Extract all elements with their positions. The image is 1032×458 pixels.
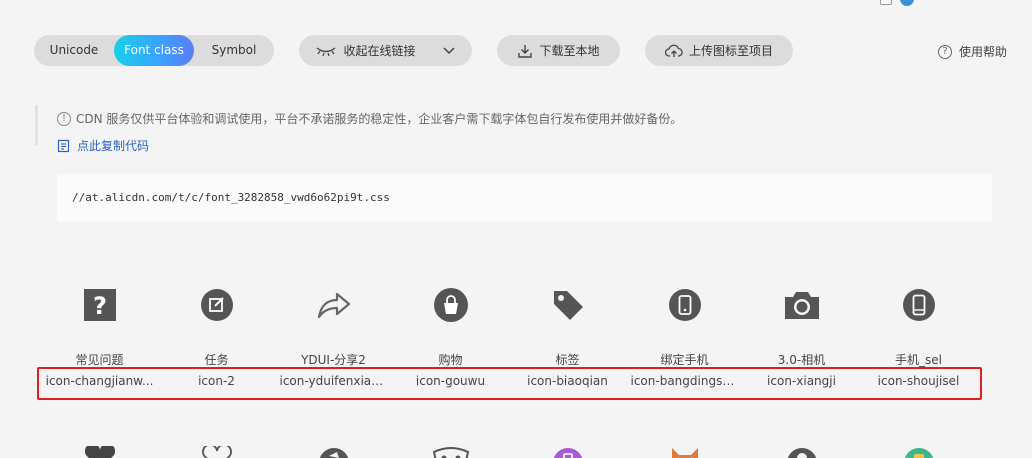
icon-card[interactable]: 标签 icon-biaoqian (509, 285, 626, 389)
question-square-icon: ? (80, 285, 120, 325)
task-edit-icon (197, 285, 237, 325)
icon-card[interactable] (275, 446, 392, 458)
icon-name: 常见问题 (75, 353, 124, 367)
copy-icon (57, 139, 70, 152)
download-icon (518, 44, 533, 58)
toolbar: Unicode Font class Symbol (34, 35, 274, 66)
shopping-bag-icon (431, 285, 471, 325)
icon-name: 3.0-相机 (777, 353, 826, 367)
top-strip (880, 0, 914, 6)
icon-code[interactable]: icon-shoujisel (878, 373, 960, 389)
cdn-code-box[interactable]: //at.alicdn.com/t/c/font_3282858_vwd6o62… (57, 174, 992, 221)
upload-label: 上传图标至项目 (688, 44, 773, 58)
icon-card[interactable] (860, 446, 977, 458)
copy-code-link[interactable]: 点此复制代码 (57, 137, 149, 154)
collapse-label: 收起在线链接 (343, 44, 416, 58)
copy-code-label: 点此复制代码 (77, 139, 150, 153)
icon-card[interactable] (509, 446, 626, 458)
cloud-upload-icon (664, 44, 683, 57)
download-local-button[interactable]: 下载至本地 (497, 35, 620, 66)
tab-font-class[interactable]: Font class (114, 35, 194, 66)
icon-card[interactable] (626, 446, 743, 458)
info-icon: ! (57, 111, 71, 126)
icon-name: YDUI-分享2 (301, 353, 366, 367)
collapse-online-link-button[interactable]: 收起在线链接 (299, 35, 472, 66)
icon-card[interactable] (41, 446, 158, 458)
icon-name: 绑定手机 (660, 353, 709, 367)
heart-filled-icon (84, 446, 115, 458)
purple-doc-icon (553, 448, 582, 458)
top-checkbox[interactable] (880, 0, 892, 5)
icon-card[interactable]: 购物 icon-gouwu (392, 285, 509, 389)
heart-outline-icon (201, 446, 232, 458)
icon-card[interactable]: 3.0-相机 icon-xiangji (743, 285, 860, 389)
icon-code[interactable]: icon-yduifenxiang2 (280, 373, 388, 389)
icon-card[interactable] (392, 446, 509, 458)
avatar[interactable] (900, 0, 914, 6)
icon-name: 手机_sel (895, 353, 942, 367)
svg-text:?: ? (93, 292, 107, 320)
notice-accent-bar (35, 105, 38, 145)
share-arrow-icon (314, 285, 354, 325)
icon-grid-row-2 (41, 446, 977, 458)
tag-icon (548, 285, 588, 325)
icon-code[interactable]: icon-bangdingsh... (631, 373, 739, 389)
icon-grid: ? 常见问题 icon-changjianw... 任务 icon-2 YDUI… (41, 285, 977, 389)
download-label: 下载至本地 (539, 44, 600, 58)
cdn-notice-text: CDN 服务仅供平台体验和调试使用，平台不承诺服务的稳定性，企业客户需下载字体包… (76, 112, 683, 126)
icon-card[interactable]: ? 常见问题 icon-changjianw... (41, 285, 158, 389)
bind-phone-icon (665, 285, 705, 325)
icon-name: 购物 (438, 353, 463, 367)
icon-code[interactable]: icon-2 (198, 373, 235, 389)
icon-card[interactable]: 绑定手机 icon-bangdingsh... (626, 285, 743, 389)
chevron-down-icon (442, 46, 455, 54)
closed-eye-icon (317, 46, 336, 56)
camera-icon (782, 285, 822, 325)
user-pin-icon (787, 448, 816, 458)
icon-name: 标签 (555, 353, 580, 367)
icon-card[interactable]: 任务 icon-2 (158, 285, 275, 389)
icon-code[interactable]: icon-biaoqian (527, 373, 608, 389)
mask-icon (432, 447, 469, 458)
icon-code[interactable]: icon-xiangji (767, 373, 836, 389)
icon-card[interactable] (158, 446, 275, 458)
icon-card[interactable] (743, 446, 860, 458)
cdn-url[interactable]: //at.alicdn.com/t/c/font_3282858_vwd6o62… (72, 191, 390, 204)
question-icon: ? (938, 44, 952, 59)
help-label: 使用帮助 (959, 45, 1008, 59)
tab-unicode[interactable]: Unicode (34, 35, 114, 66)
icon-card[interactable]: 手机_sel icon-shoujisel (860, 285, 977, 389)
upload-to-project-button[interactable]: 上传图标至项目 (645, 35, 793, 66)
icon-name: 任务 (204, 353, 229, 367)
help-link[interactable]: ? 使用帮助 (938, 43, 1007, 60)
bird-icon (319, 448, 348, 458)
icon-code[interactable]: icon-gouwu (416, 373, 485, 389)
tab-symbol[interactable]: Symbol (194, 35, 274, 66)
trophy-badge-icon (904, 448, 933, 458)
format-segmented-control: Unicode Font class Symbol (34, 35, 274, 66)
icon-code[interactable]: icon-changjianw... (46, 373, 154, 389)
mobile-phone-icon (899, 285, 939, 325)
fox-icon (671, 448, 698, 458)
cdn-notice: ! CDN 服务仅供平台体验和调试使用，平台不承诺服务的稳定性，企业客户需下载字… (57, 110, 682, 127)
icon-card[interactable]: YDUI-分享2 icon-yduifenxiang2 (275, 285, 392, 389)
